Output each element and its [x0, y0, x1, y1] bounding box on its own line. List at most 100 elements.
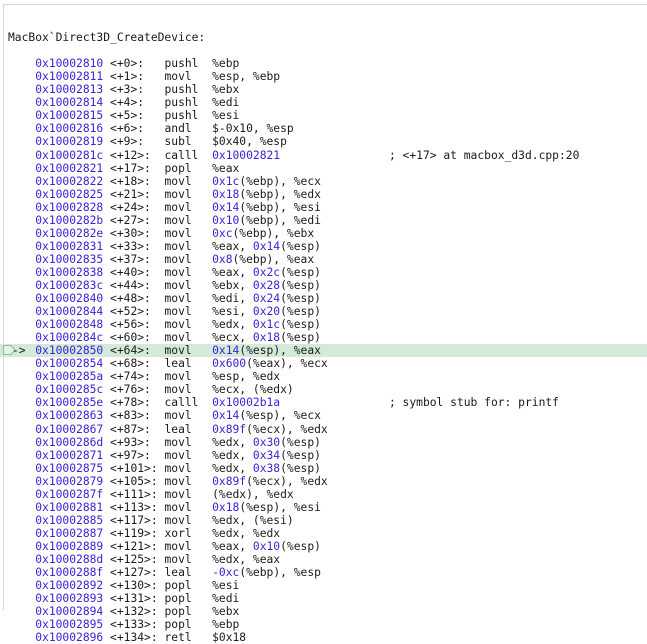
instruction-row[interactable]: 0x10002879 <+105>: movl 0x89f(%ecx), %ed… — [0, 475, 647, 488]
instruction-address: 0x10002819 — [35, 135, 104, 149]
instruction-address: 0x10002825 — [35, 187, 104, 201]
instruction-row[interactable]: 0x10002815 <+5>: pushl %esi — [0, 109, 647, 122]
instruction-row[interactable]: 0x10002863 <+83>: movl 0x14(%esp), %ecx — [0, 409, 647, 422]
instruction-mnemonic: pushl — [164, 96, 199, 110]
instruction-row[interactable]: 0x10002875 <+101>: movl %edx, 0x38(%esp) — [0, 462, 647, 475]
instruction-operands: 0x14(%ebp), %esi — [212, 200, 321, 214]
instruction-address: 0x10002811 — [35, 70, 104, 84]
instruction-address: 0x10002814 — [35, 96, 104, 110]
function-header: MacBox`Direct3D_CreateDevice: — [8, 31, 206, 45]
instruction-mnemonic: movl — [164, 318, 192, 332]
instruction-row[interactable]: 0x1000285e <+78>: calll 0x10002b1a ; sym… — [0, 396, 647, 409]
instruction-row[interactable]: 0x10002813 <+3>: pushl %ebx — [0, 83, 647, 96]
instruction-operands: %eax, 0x10(%esp) — [212, 539, 321, 553]
instruction-address: 0x10002850 — [35, 344, 104, 358]
instruction-offset: <+44>: — [110, 278, 151, 292]
instruction-row[interactable]: 0x10002892 <+130>: popl %esi — [0, 579, 647, 592]
instruction-row[interactable]: 0x1000283c <+44>: movl %ebx, 0x28(%esp) — [0, 279, 647, 292]
instruction-mnemonic: movl — [164, 539, 192, 553]
instruction-address: 0x10002822 — [35, 174, 104, 188]
numeric-literal: 0x8 — [212, 252, 233, 266]
instruction-row[interactable]: 0x10002867 <+87>: leal 0x89f(%ecx), %edx — [0, 423, 647, 436]
instruction-operands: %edi, 0x24(%esp) — [212, 292, 321, 306]
instruction-operands: %eax, 0x14(%esp) — [212, 239, 321, 253]
instruction-row[interactable]: 0x10002810 <+0>: pushl %ebp — [0, 57, 647, 70]
instruction-offset: <+17>: — [110, 161, 151, 175]
instruction-row[interactable]: 0x10002896 <+134>: retl $0x18 — [0, 631, 647, 644]
instruction-row[interactable]: 0x10002893 <+131>: popl %edi — [0, 592, 647, 605]
numeric-literal: 0x18 — [252, 331, 281, 345]
instruction-offset: <+131>: — [110, 592, 158, 606]
instruction-row[interactable]: 0x10002828 <+24>: movl 0x14(%ebp), %esi — [0, 201, 647, 214]
instruction-address: 0x10002844 — [35, 305, 104, 319]
instruction-row[interactable]: 0x10002881 <+113>: movl 0x18(%esp), %esi — [0, 501, 647, 514]
instruction-row[interactable]: 0x10002814 <+4>: pushl %edi — [0, 96, 647, 109]
instruction-row[interactable]: 0x10002844 <+52>: movl %esi, 0x20(%esp) — [0, 305, 647, 318]
instruction-row[interactable]: 0x10002885 <+117>: movl %edx, (%esi) — [0, 514, 647, 527]
instruction-address: 0x1000288f — [35, 566, 104, 580]
instruction-row[interactable]: 0x10002894 <+132>: popl %ebx — [0, 605, 647, 618]
instruction-row[interactable]: 0x10002838 <+40>: movl %eax, 0x2c(%esp) — [0, 266, 647, 279]
instruction-mnemonic: leal — [164, 357, 192, 371]
instruction-offset: <+52>: — [110, 305, 151, 319]
instruction-row[interactable]: 0x10002822 <+18>: movl 0x1c(%ebp), %ecx — [0, 175, 647, 188]
instruction-row[interactable]: 0x10002871 <+97>: movl %edx, 0x34(%esp) — [0, 449, 647, 462]
instruction-mnemonic: movl — [164, 370, 192, 384]
numeric-literal: 0x24 — [252, 292, 281, 306]
instruction-offset: <+105>: — [110, 474, 158, 488]
instruction-row[interactable]: 0x1000287f <+111>: movl (%edx), %edx — [0, 488, 647, 501]
instruction-mnemonic: popl — [164, 618, 192, 632]
instruction-comment: ; <+17> at macbox_d3d.cpp:20 — [388, 148, 580, 162]
instruction-row[interactable]: 0x10002848 <+56>: movl %edx, 0x1c(%esp) — [0, 318, 647, 331]
instruction-mnemonic: movl — [164, 265, 192, 279]
instruction-offset: <+93>: — [110, 435, 151, 449]
instruction-row[interactable]: 0x1000284c <+60>: movl %ecx, 0x18(%esp) — [0, 331, 647, 344]
instruction-row[interactable]: 0x10002887 <+119>: xorl %edx, %edx — [0, 527, 647, 540]
instruction-row[interactable]: 0x10002895 <+133>: popl %ebp — [0, 618, 647, 631]
numeric-literal: 0x10 — [252, 539, 281, 553]
current-instruction-row[interactable]: -> 0x10002850 <+64>: movl 0x14(%esp), %e… — [0, 344, 647, 358]
instruction-mnemonic: movl — [164, 383, 192, 397]
numeric-literal: 0x600 — [212, 357, 247, 371]
instruction-offset: <+64>: — [110, 344, 151, 358]
instruction-row[interactable]: 0x1000282b <+27>: movl 0x10(%ebp), %edi — [0, 214, 647, 227]
instruction-address: 0x10002848 — [35, 318, 104, 332]
instruction-operands: %ecx, (%edx) — [212, 383, 294, 397]
instruction-mnemonic: movl — [164, 331, 192, 345]
instruction-mnemonic: subl — [164, 135, 192, 149]
instruction-row[interactable]: 0x1000288d <+125>: movl %edx, %eax — [0, 553, 647, 566]
instruction-row[interactable]: 0x1000288f <+127>: leal -0xc(%ebp), %esp — [0, 566, 647, 579]
instruction-row[interactable]: 0x1000282e <+30>: movl 0xc(%ebp), %ebx — [0, 227, 647, 240]
instruction-row[interactable]: 0x1000285c <+76>: movl %ecx, (%edx) — [0, 383, 647, 396]
numeric-literal: 0x14 — [252, 239, 281, 253]
instruction-address: 0x10002881 — [35, 500, 104, 514]
instruction-row[interactable]: 0x10002816 <+6>: andl $-0x10, %esp — [0, 122, 647, 135]
instruction-row[interactable]: 0x10002811 <+1>: movl %esp, %ebp — [0, 70, 647, 83]
instruction-row[interactable]: 0x1000281c <+12>: calll 0x10002821 ; <+1… — [0, 149, 647, 162]
numeric-literal: 0x89f — [212, 474, 247, 488]
instruction-row[interactable]: 0x10002819 <+9>: subl $0x40, %esp — [0, 135, 647, 148]
instruction-mnemonic: retl — [164, 631, 192, 644]
instruction-row[interactable]: 0x10002831 <+33>: movl %eax, 0x14(%esp) — [0, 240, 647, 253]
instruction-row[interactable]: 0x10002835 <+37>: movl 0x8(%ebp), %eax — [0, 253, 647, 266]
instruction-offset: <+37>: — [110, 252, 151, 266]
instruction-row[interactable]: 0x10002840 <+48>: movl %edi, 0x24(%esp) — [0, 292, 647, 305]
instruction-operands: %ebx — [212, 605, 240, 619]
instruction-row[interactable]: 0x1000285a <+74>: movl %esp, %edx — [0, 370, 647, 383]
instruction-row[interactable]: 0x10002825 <+21>: movl 0x18(%ebp), %edx — [0, 188, 647, 201]
instruction-row[interactable]: 0x10002821 <+17>: popl %eax — [0, 162, 647, 175]
instruction-address: 0x10002867 — [35, 422, 104, 436]
instruction-operands: 0x89f(%ecx), %edx — [212, 422, 328, 436]
instruction-mnemonic: movl — [164, 513, 192, 527]
instruction-operands: (%edx), %edx — [212, 487, 294, 501]
instruction-operands: 0x89f(%ecx), %edx — [212, 474, 328, 488]
instruction-row[interactable]: 0x10002854 <+68>: leal 0x600(%eax), %ecx — [0, 357, 647, 370]
instruction-operands: %edi — [212, 592, 240, 606]
instruction-row[interactable]: 0x10002889 <+121>: movl %eax, 0x10(%esp) — [0, 540, 647, 553]
instruction-offset: <+27>: — [110, 213, 151, 227]
instruction-address: 0x10002887 — [35, 526, 104, 540]
instruction-operands: %edx, (%esi) — [212, 513, 294, 527]
numeric-literal: 0x10002b1a — [212, 396, 281, 410]
instruction-row[interactable]: 0x1000286d <+93>: movl %edx, 0x30(%esp) — [0, 436, 647, 449]
instruction-operands: %ebx — [212, 83, 240, 97]
